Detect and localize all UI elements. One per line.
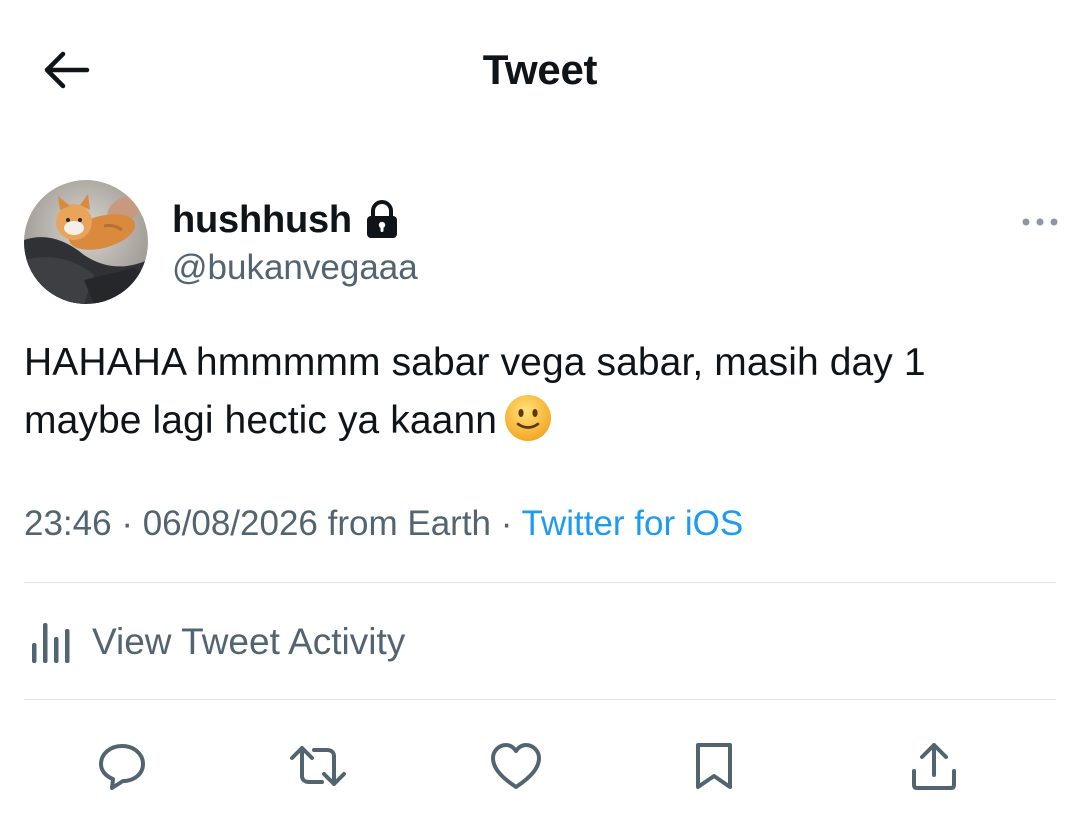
tweet-text-line-2-text: maybe lagi hectic ya kaann [24, 399, 498, 442]
tweet-text-line-1: HAHAHA hmmmmm sabar vega sabar, masih da… [24, 341, 926, 384]
slightly-smiling-face-icon [505, 395, 552, 441]
display-name[interactable]: hushhush [172, 199, 352, 242]
heart-icon [491, 743, 541, 789]
divider [24, 582, 1056, 583]
divider [24, 699, 1056, 700]
author-name-row: hushhush [172, 194, 400, 246]
view-tweet-activity-label: View Tweet Activity [92, 621, 406, 662]
view-tweet-activity-button[interactable]: View Tweet Activity [24, 614, 405, 670]
tweet-source-link[interactable]: Twitter for iOS [522, 504, 744, 543]
tweet-meta: 23:46 · 06/08/2026 from Earth · Twitter … [24, 500, 743, 548]
retweet-button[interactable] [288, 736, 348, 796]
tweet-text: HAHAHA hmmmmm sabar vega sabar, masih da… [24, 334, 1044, 450]
like-button[interactable] [486, 736, 546, 796]
reply-button[interactable] [92, 736, 152, 796]
kitten-photo [24, 180, 148, 304]
more-options-button[interactable] [1016, 206, 1064, 238]
tweet-date: 06/08/2026 [142, 504, 318, 543]
username-handle[interactable]: @bukanvegaaa [172, 246, 418, 290]
tweet-time: 23:46 [24, 504, 112, 543]
share-button[interactable] [904, 736, 964, 796]
bookmark-button[interactable] [684, 736, 744, 796]
share-icon [912, 743, 956, 790]
more-horizontal-icon [1022, 218, 1058, 226]
retweet-icon [290, 746, 346, 786]
page-title: Tweet [482, 46, 598, 93]
tweet-text-line-2: maybe lagi hectic ya kaann [24, 392, 1044, 450]
avatar[interactable] [24, 180, 148, 304]
lock-icon [366, 200, 397, 238]
bar-chart-icon [32, 623, 70, 663]
reply-icon [99, 744, 145, 790]
meta-separator: · [121, 504, 133, 543]
bookmark-icon [696, 743, 732, 789]
tweet-location: from Earth [327, 504, 492, 543]
meta-separator: · [500, 504, 513, 543]
